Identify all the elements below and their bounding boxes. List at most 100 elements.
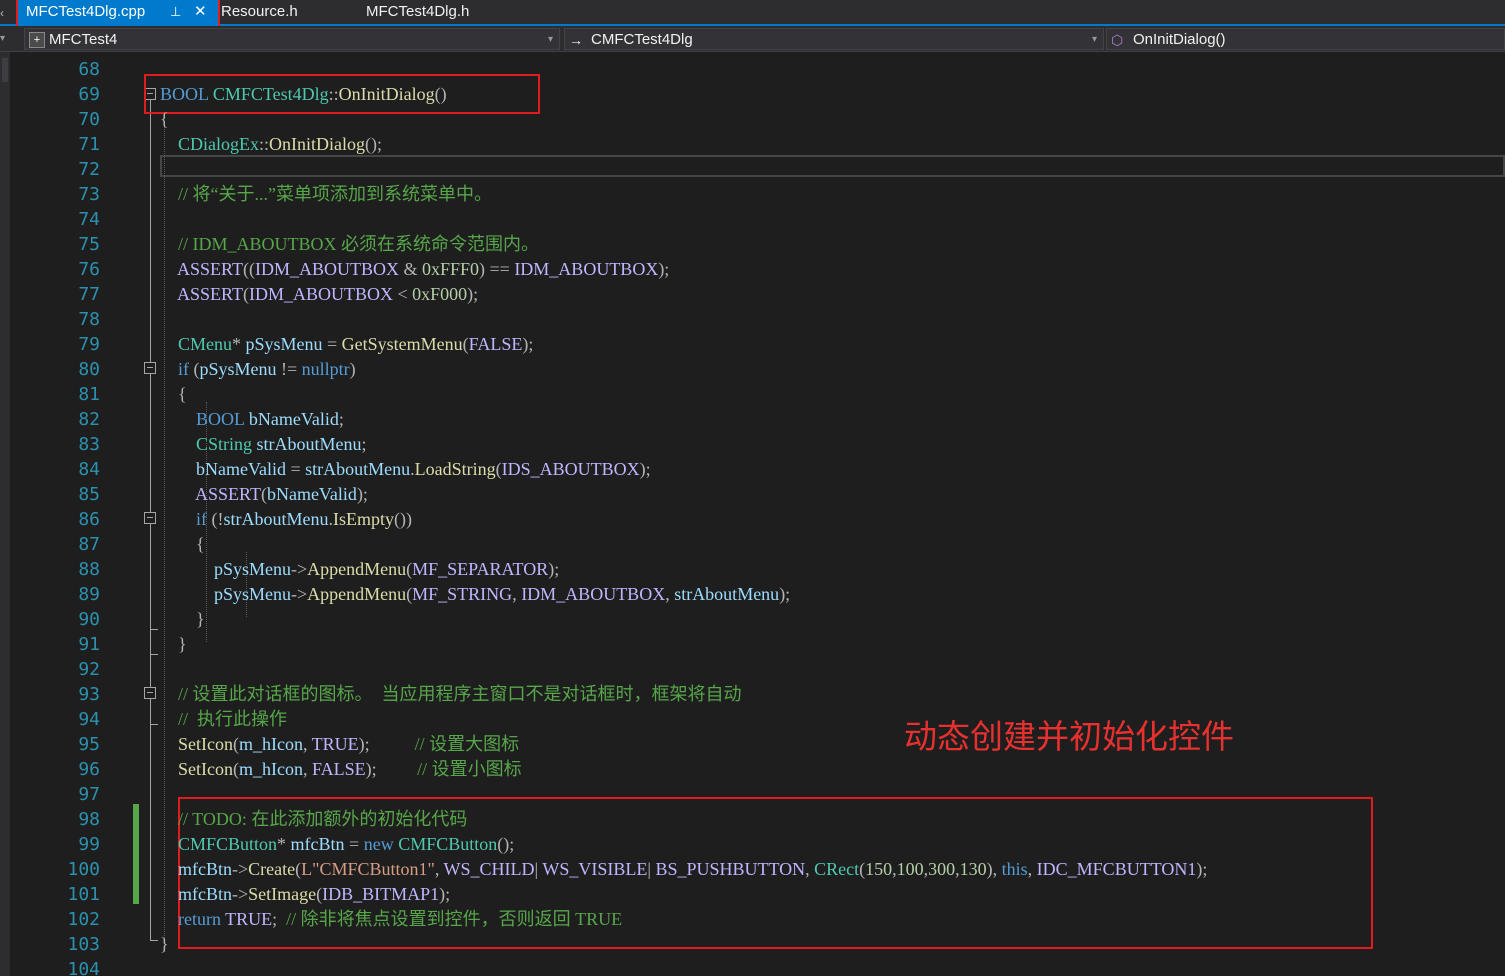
code-token: IDM_ABOUTBOX	[254, 259, 399, 279]
code-token: Create	[248, 859, 296, 879]
tab-scroll-left-icon[interactable]: ‹	[0, 2, 10, 24]
code-token: ((	[242, 259, 255, 279]
outline-end	[150, 724, 158, 725]
code-line[interactable]: CString strAboutMenu;	[160, 432, 367, 457]
code-line[interactable]: {	[160, 532, 205, 557]
collapse-icon[interactable]	[144, 512, 156, 524]
navigation-bar: ▾ + MFCTest4 ▾ → CMFCTest4Dlg ▾ ⬡ OnInit…	[0, 26, 1505, 52]
code-token: SetIcon	[178, 734, 233, 754]
line-number: 84	[78, 459, 100, 480]
code-token: // 将“关于...”菜单项添加到系统菜单中。	[178, 184, 492, 204]
code-token: (!	[207, 509, 224, 529]
code-line[interactable]: {	[160, 107, 169, 132]
code-line[interactable]: CMFCButton* mfcBtn = new CMFCButton();	[160, 832, 514, 857]
code-token: );	[365, 759, 418, 779]
member-dropdown[interactable]: ⬡ OnInitDialog()	[1106, 28, 1505, 50]
code-token: IDM_ABOUTBOX	[248, 284, 393, 304]
code-line[interactable]: pSysMenu->AppendMenu(MF_STRING, IDM_ABOU…	[160, 582, 790, 607]
class-dropdown-value: CMFCTest4Dlg	[591, 31, 693, 48]
code-line[interactable]: bNameValid = strAboutMenu.LoadString(IDS…	[160, 457, 651, 482]
code-line[interactable]: }	[160, 607, 205, 632]
code-token: SetIcon	[178, 759, 233, 779]
code-line[interactable]: ASSERT(bNameValid);	[160, 482, 368, 507]
code-line[interactable]: pSysMenu->AppendMenu(MF_SEPARATOR);	[160, 557, 559, 582]
code-token: CDialogEx	[178, 134, 259, 154]
code-token: <	[392, 284, 413, 304]
project-dropdown[interactable]: + MFCTest4 ▾	[24, 28, 560, 50]
code-token: );	[356, 484, 368, 504]
code-line[interactable]: CDialogEx::OnInitDialog();	[160, 132, 382, 157]
code-editor[interactable]: 动态创建并初始化控件 68 69 70 71 72 73 74 75 76 77 78 79 80 81 8…	[0, 52, 1505, 976]
tab-mfctest4dlg-h[interactable]: MFCTest4Dlg.h	[366, 0, 469, 24]
code-line[interactable]: }	[160, 932, 169, 957]
code-line[interactable]: }	[160, 632, 187, 657]
code-token: 150	[865, 859, 893, 879]
code-token: IDC_MFCBUTTON1	[1036, 859, 1197, 879]
code-token: new	[363, 834, 399, 854]
line-number: 94	[78, 709, 100, 730]
code-token: ();	[497, 834, 515, 854]
code-token: TRUE	[225, 909, 273, 929]
code-token: );	[779, 584, 791, 604]
tab-resource-h[interactable]: Resource.h	[221, 0, 298, 24]
code-line[interactable]: // TODO: 在此添加额外的初始化代码	[160, 807, 467, 832]
document-tab-strip: ‹ MFCTest4Dlg.cpp ⊥ ✕ Resource.h MFCTest…	[0, 0, 1505, 28]
code-line[interactable]: BOOL CMFCTest4Dlg::OnInitDialog()	[160, 82, 447, 107]
code-token: ::	[328, 84, 339, 104]
chevron-down-icon[interactable]: ▾	[0, 28, 18, 50]
code-token: ,	[1027, 859, 1037, 879]
code-token: ASSERT	[177, 284, 243, 304]
code-token: );	[639, 459, 651, 479]
code-line[interactable]: if (pSysMenu != nullptr)	[160, 357, 356, 382]
collapse-icon[interactable]	[144, 362, 156, 374]
code-line[interactable]: {	[160, 382, 187, 407]
code-line[interactable]: // 将“关于...”菜单项添加到系统菜单中。	[160, 182, 492, 207]
code-line[interactable]: // IDM_ABOUTBOX 必须在系统命令范围内。	[160, 232, 539, 257]
code-line[interactable]: return TRUE; // 除非将焦点设置到控件，否则返回 TRUE	[160, 907, 622, 932]
collapse-icon[interactable]	[144, 687, 156, 699]
code-token: );	[1196, 859, 1208, 879]
code-line[interactable]: mfcBtn->Create(L"CMFCButton1", WS_CHILD|…	[160, 857, 1207, 882]
line-number: 103	[67, 934, 100, 955]
line-number: 104	[67, 959, 100, 976]
code-token: CMFCButton	[398, 834, 498, 854]
code-line[interactable]: SetIcon(m_hIcon, TRUE); // 设置大图标	[160, 732, 519, 757]
code-line[interactable]: ASSERT((IDM_ABOUTBOX & 0xFFF0) == IDM_AB…	[160, 257, 669, 282]
code-token: {	[196, 534, 205, 554]
line-number: 82	[78, 409, 100, 430]
code-token: m_hIcon	[238, 759, 303, 779]
code-token: ,	[665, 584, 675, 604]
code-line[interactable]: // 执行此操作	[160, 707, 287, 732]
line-number: 98	[78, 809, 100, 830]
code-token: LoadString	[414, 459, 496, 479]
code-line[interactable]: if (!strAboutMenu.IsEmpty())	[160, 507, 412, 532]
editor-left-scroll-strip	[0, 52, 10, 976]
code-line[interactable]: ASSERT(IDM_ABOUTBOX < 0xF000);	[160, 282, 478, 307]
code-token: bNameValid	[196, 459, 286, 479]
scroll-thumb[interactable]	[2, 58, 8, 82]
class-dropdown[interactable]: → CMFCTest4Dlg ▾	[564, 28, 1104, 50]
code-line[interactable]: CMenu* pSysMenu = GetSystemMenu(FALSE);	[160, 332, 533, 357]
indicator-margin	[10, 52, 50, 976]
code-line[interactable]: BOOL bNameValid;	[160, 407, 344, 432]
code-line[interactable]: SetIcon(m_hIcon, FALSE); // 设置小图标	[160, 757, 522, 782]
code-token: ) ==	[479, 259, 515, 279]
line-number: 83	[78, 434, 100, 455]
code-line[interactable]: // 设置此对话框的图标。 当应用程序主窗口不是对话框时，框架将自动	[160, 682, 742, 707]
code-token: BS_PUSHBUTTON	[655, 859, 806, 879]
line-number: 86	[78, 509, 100, 530]
code-line[interactable]: mfcBtn->SetImage(IDB_BITMAP1);	[160, 882, 450, 907]
line-number: 89	[78, 584, 100, 605]
code-token: nullptr	[301, 359, 350, 379]
code-token: strAboutMenu	[305, 459, 411, 479]
code-token: // 设置大图标	[414, 734, 520, 754]
